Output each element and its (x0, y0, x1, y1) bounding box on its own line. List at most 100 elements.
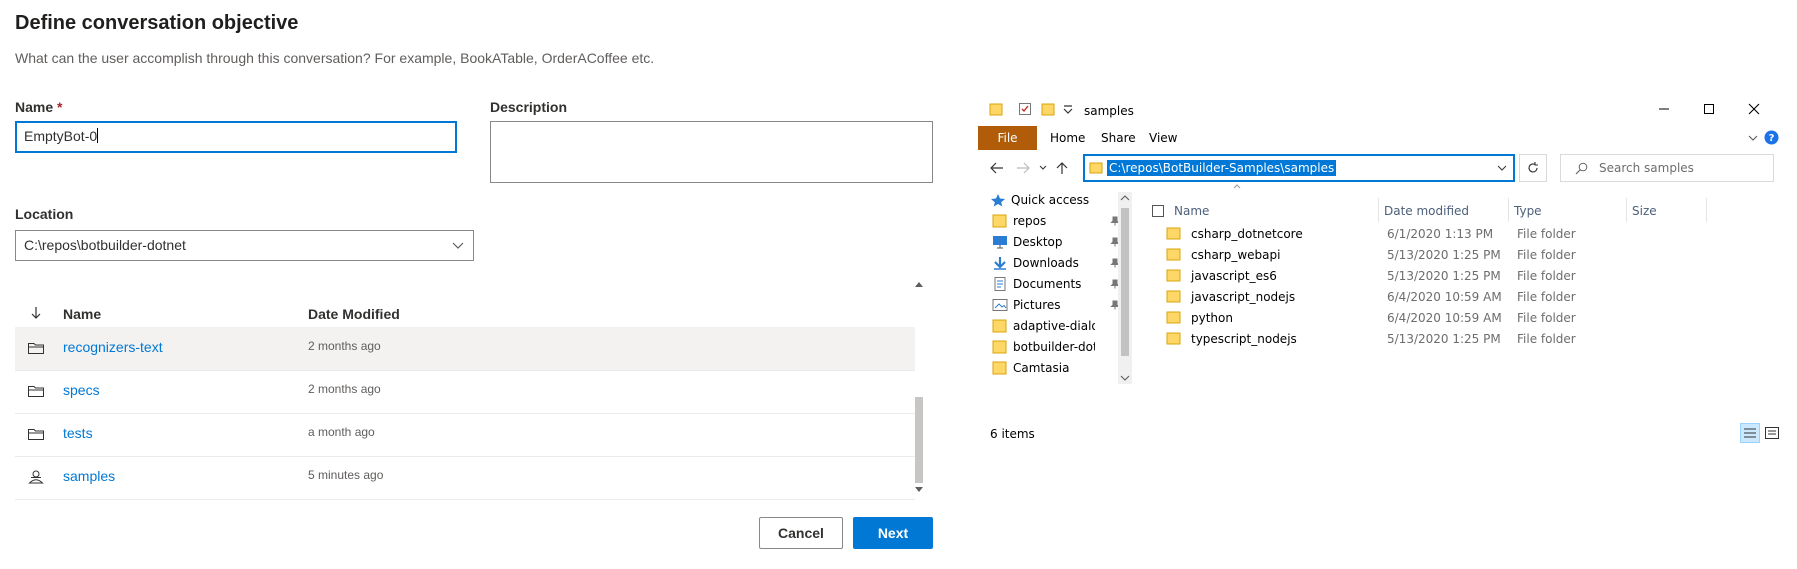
name-label: Name * (15, 99, 63, 115)
column-header-size[interactable]: Size (1632, 200, 1657, 222)
tree-item-label: Downloads (1013, 256, 1079, 270)
file-row[interactable]: csharp_dotnetcore 6/1/2020 1:13 PM File … (1144, 225, 1684, 243)
folder-icon (1166, 269, 1181, 282)
details-view-icon[interactable] (1740, 423, 1760, 443)
file-row[interactable]: typescript_nodejs 5/13/2020 1:25 PM File… (1144, 330, 1684, 348)
desktop-icon (993, 236, 1007, 249)
maximize-button[interactable] (1698, 100, 1720, 118)
up-arrow-icon[interactable] (1056, 161, 1068, 175)
file-row[interactable]: python 6/4/2020 10:59 AM File folder (1144, 309, 1684, 327)
svg-text:?: ? (1769, 133, 1775, 144)
recent-locations-icon[interactable] (1039, 165, 1047, 171)
ribbon: File Home Share View ? (978, 126, 1785, 150)
search-icon (1575, 162, 1588, 175)
row-name[interactable]: samples (63, 468, 115, 484)
row-name[interactable]: specs (63, 382, 100, 398)
column-divider[interactable] (1508, 198, 1509, 222)
column-header-date-modified[interactable]: Date modified (1384, 200, 1469, 222)
address-bar[interactable]: C:\repos\BotBuilder-Samples\samples (1083, 154, 1515, 182)
tree-scrollbar[interactable] (1118, 192, 1132, 384)
column-divider[interactable] (1378, 198, 1379, 222)
tab-file[interactable]: File (978, 126, 1037, 150)
file-row[interactable]: javascript_es6 5/13/2020 1:25 PM File fo… (1144, 267, 1684, 285)
file-date: 5/13/2020 1:25 PM (1387, 332, 1501, 346)
file-date: 5/13/2020 1:25 PM (1387, 269, 1501, 283)
file-type: File folder (1517, 311, 1576, 325)
search-box[interactable]: Search samples (1560, 154, 1774, 182)
table-row[interactable]: specs 2 months ago (15, 370, 915, 414)
table-row[interactable]: recognizers-text 2 months ago (15, 327, 915, 371)
documents-icon (994, 277, 1006, 291)
tree-item-label: Quick access (1011, 193, 1090, 207)
tree-item-camtasia[interactable]: Camtasia (992, 358, 1102, 380)
chevron-down-icon[interactable] (1748, 133, 1758, 143)
tab-view[interactable]: View (1137, 126, 1189, 150)
chevron-down-icon[interactable] (1497, 165, 1507, 172)
tree-item-botbuilder-dotnet[interactable]: botbuilder-dotnet (992, 337, 1102, 359)
folder-icon (992, 361, 1007, 375)
tree-item-documents[interactable]: Documents (992, 274, 1120, 296)
minimize-button[interactable] (1653, 100, 1675, 118)
large-icons-view-icon[interactable] (1764, 425, 1780, 441)
file-row[interactable]: javascript_nodejs 6/4/2020 10:59 AM File… (1144, 288, 1684, 306)
list-scrollbar[interactable] (913, 278, 925, 496)
search-placeholder: Search samples (1599, 161, 1694, 175)
row-date: 2 months ago (308, 382, 381, 396)
sort-indicator-icon (1233, 184, 1241, 189)
file-name: csharp_dotnetcore (1191, 227, 1303, 241)
forward-arrow-icon[interactable] (1016, 162, 1030, 174)
file-name: csharp_webapi (1191, 248, 1281, 262)
tree-item-label: adaptive-dialog (1013, 319, 1095, 333)
location-select[interactable]: C:\repos\botbuilder-dotnet (15, 230, 474, 261)
table-row[interactable]: samples 5 minutes ago (15, 456, 915, 500)
tree-item-desktop[interactable]: Desktop (992, 232, 1120, 254)
close-button[interactable] (1743, 100, 1765, 118)
cancel-button[interactable]: Cancel (759, 517, 843, 549)
help-icon[interactable]: ? (1764, 130, 1779, 145)
name-input[interactable]: EmptyBot-0 (15, 121, 457, 153)
properties-icon[interactable] (1018, 102, 1032, 116)
file-name: javascript_nodejs (1191, 290, 1296, 304)
folder-icon (989, 103, 1003, 116)
row-name[interactable]: recognizers-text (63, 339, 163, 355)
column-header-date-modified[interactable]: Date Modified (308, 306, 400, 322)
row-date: 5 minutes ago (308, 468, 384, 482)
address-text[interactable]: C:\repos\BotBuilder-Samples\samples (1107, 160, 1337, 176)
page-subtitle: What can the user accomplish through thi… (15, 50, 655, 66)
file-date: 5/13/2020 1:25 PM (1387, 248, 1501, 262)
tree-item-label: Camtasia (1013, 361, 1070, 375)
maximize-icon (1704, 104, 1714, 114)
status-item-count: 6 items (990, 427, 1035, 441)
table-row[interactable]: tests a month ago (15, 413, 915, 457)
column-header-name[interactable]: Name (1174, 200, 1209, 222)
description-input[interactable] (490, 121, 933, 183)
tree-item-downloads[interactable]: Downloads (992, 253, 1120, 275)
file-type: File folder (1517, 248, 1576, 262)
file-name: python (1191, 311, 1233, 325)
select-all-checkbox[interactable] (1152, 205, 1164, 217)
arrow-down-icon[interactable] (30, 306, 42, 320)
tree-item-repos[interactable]: repos (992, 211, 1120, 233)
row-name[interactable]: tests (63, 425, 93, 441)
tree-item-label: Pictures (1013, 298, 1061, 312)
folder-icon (1166, 227, 1181, 240)
tree-item-label: botbuilder-dotnet (1013, 340, 1095, 354)
column-divider[interactable] (1626, 198, 1627, 222)
column-header-type[interactable]: Type (1514, 200, 1542, 222)
new-folder-icon[interactable] (1041, 102, 1055, 116)
tree-item-adaptive-dialog[interactable]: adaptive-dialog (992, 316, 1102, 338)
row-date: a month ago (308, 425, 375, 439)
folder-icon (28, 429, 44, 440)
column-header-name[interactable]: Name (63, 306, 101, 322)
tree-item-quick-access[interactable]: Quick access (990, 190, 1100, 212)
folder-icon (1166, 248, 1181, 261)
location-label: Location (15, 206, 74, 222)
tree-item-pictures[interactable]: Pictures (992, 295, 1120, 317)
folder-icon (1166, 311, 1181, 324)
file-row[interactable]: csharp_webapi 5/13/2020 1:25 PM File fol… (1144, 246, 1684, 264)
refresh-button[interactable] (1519, 154, 1547, 182)
customize-toolbar-icon[interactable] (1061, 102, 1075, 116)
back-arrow-icon[interactable] (990, 162, 1004, 174)
next-button[interactable]: Next (853, 517, 933, 549)
column-divider[interactable] (1706, 198, 1707, 222)
